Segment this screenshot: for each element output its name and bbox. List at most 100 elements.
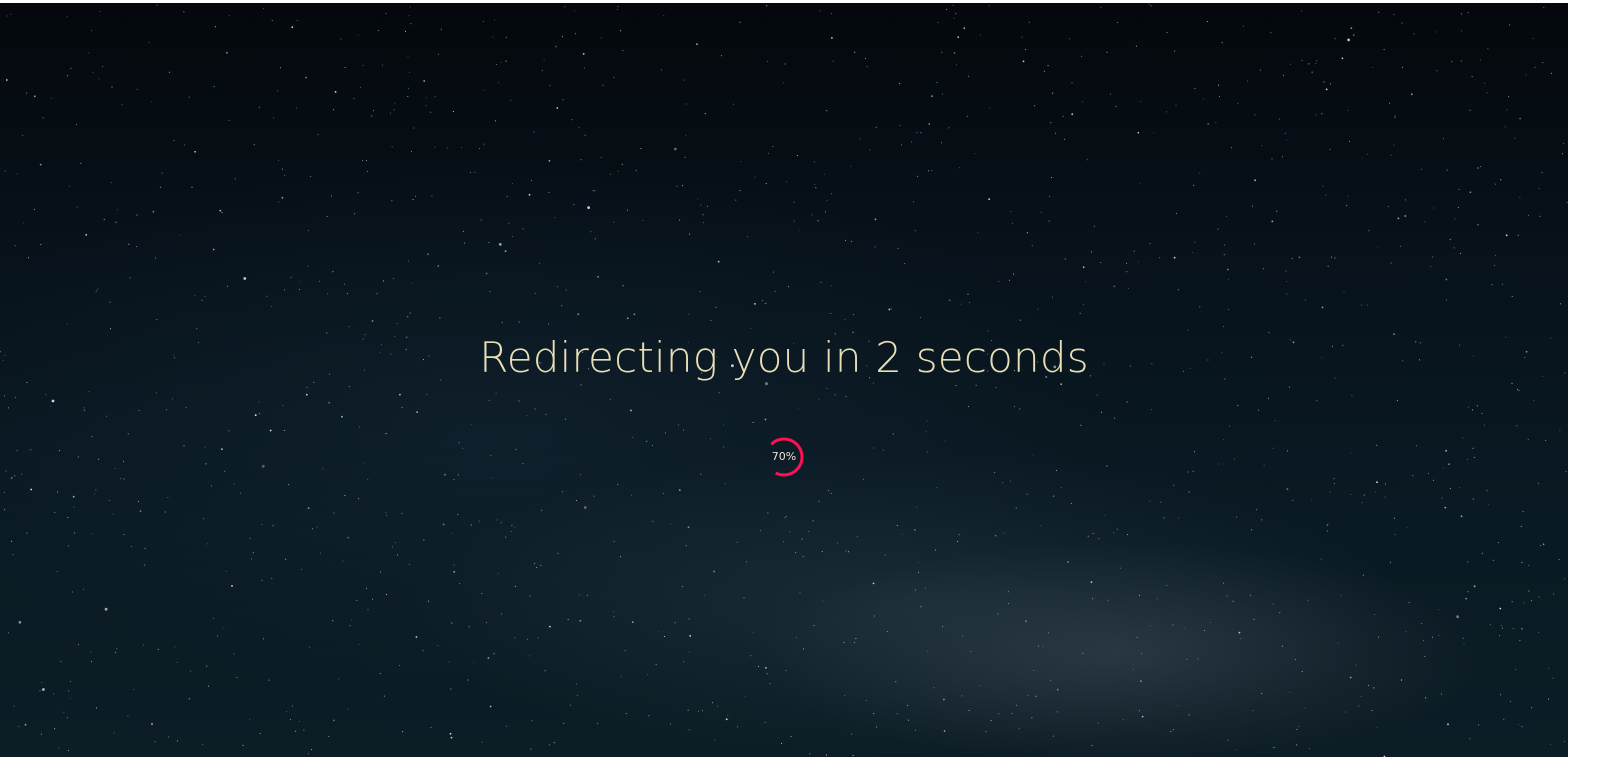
star	[896, 713, 898, 715]
star	[95, 290, 97, 292]
star	[483, 89, 485, 91]
star	[1126, 401, 1128, 403]
star	[1421, 623, 1423, 624]
star	[920, 317, 921, 318]
star	[76, 206, 78, 208]
star	[452, 111, 454, 112]
star	[379, 571, 381, 573]
star	[907, 704, 909, 706]
star	[1329, 83, 1331, 85]
star	[12, 554, 14, 556]
star	[673, 147, 677, 151]
star	[943, 698, 945, 701]
star	[1350, 27, 1353, 29]
star	[1173, 484, 1175, 486]
star	[1270, 32, 1272, 34]
star	[1505, 234, 1508, 237]
star	[1298, 726, 1300, 727]
star	[471, 423, 473, 425]
star	[925, 431, 927, 433]
star	[452, 532, 453, 534]
star	[10, 477, 13, 479]
star	[305, 76, 307, 79]
star	[322, 468, 324, 470]
star	[910, 141, 912, 143]
star	[1334, 257, 1336, 259]
star	[752, 632, 754, 634]
star	[1307, 599, 1309, 601]
star	[272, 525, 274, 527]
star	[344, 67, 346, 68]
star	[1047, 632, 1049, 634]
star	[1521, 627, 1523, 630]
star	[772, 146, 774, 147]
star	[391, 146, 393, 148]
star	[1404, 215, 1407, 217]
star	[138, 410, 140, 411]
star	[1390, 154, 1392, 156]
star	[1218, 84, 1220, 86]
star	[564, 6, 566, 8]
star	[1320, 558, 1322, 560]
star	[567, 618, 569, 620]
star	[307, 265, 309, 267]
star	[1308, 748, 1310, 750]
star	[1432, 207, 1434, 209]
star	[936, 487, 938, 489]
star	[142, 644, 144, 646]
star	[179, 234, 181, 236]
star	[821, 551, 823, 552]
star	[1053, 495, 1055, 497]
star	[908, 719, 910, 721]
star	[625, 713, 627, 715]
star	[872, 582, 875, 585]
star	[1272, 603, 1274, 605]
star	[409, 71, 410, 73]
star	[281, 196, 284, 199]
star	[1034, 105, 1036, 107]
star	[872, 382, 874, 384]
star	[1326, 530, 1328, 532]
star	[127, 433, 129, 435]
star	[1013, 406, 1015, 408]
star	[765, 183, 767, 185]
star	[376, 293, 378, 295]
star	[862, 478, 864, 480]
star	[818, 500, 820, 502]
star	[579, 619, 582, 622]
star	[115, 651, 117, 653]
star	[253, 144, 255, 146]
star	[225, 570, 227, 572]
star	[1285, 270, 1287, 272]
star	[1401, 22, 1403, 24]
star	[161, 172, 163, 174]
star	[1259, 69, 1261, 71]
star	[1080, 424, 1082, 426]
star	[386, 515, 387, 517]
star	[853, 642, 855, 643]
star	[143, 564, 145, 566]
star	[459, 583, 461, 584]
star	[1543, 7, 1545, 9]
star	[363, 462, 365, 464]
star	[1321, 113, 1323, 115]
star	[754, 176, 756, 178]
star	[670, 523, 671, 525]
star	[10, 13, 12, 15]
star	[319, 280, 321, 282]
star	[764, 418, 767, 421]
star	[784, 63, 786, 65]
star	[409, 563, 411, 565]
star	[1137, 131, 1140, 134]
star	[1055, 132, 1056, 134]
star	[326, 216, 328, 218]
star	[1400, 680, 1402, 681]
star	[874, 218, 877, 221]
star	[859, 138, 861, 140]
star	[1539, 545, 1541, 547]
star	[1321, 306, 1324, 309]
star	[1226, 268, 1229, 271]
star	[918, 571, 919, 573]
star	[1235, 749, 1237, 751]
star	[394, 542, 396, 544]
